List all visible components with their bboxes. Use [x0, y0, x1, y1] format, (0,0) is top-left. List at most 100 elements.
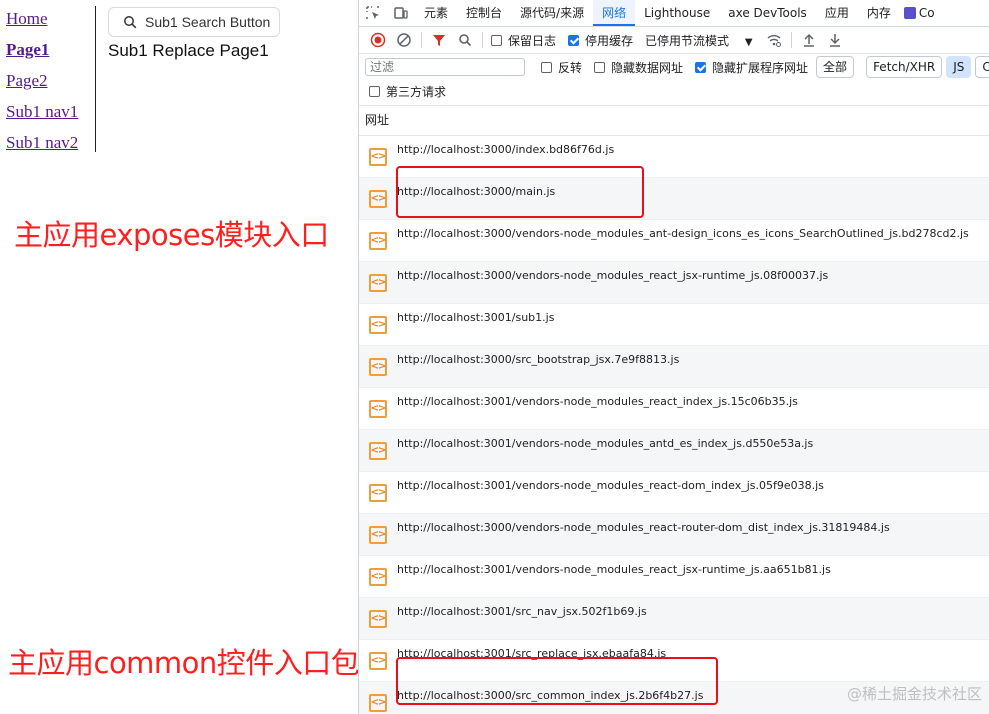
nav-link-sub1-nav1[interactable]: Sub1 nav1 — [6, 99, 95, 130]
nav-link-home[interactable]: Home — [6, 6, 95, 37]
script-file-icon: <> — [369, 315, 387, 334]
hide-data-urls-label: 隐藏数据网址 — [611, 60, 684, 75]
highlight-box-main-js — [396, 166, 644, 218]
checkbox-checked — [695, 61, 707, 73]
tab-network[interactable]: 网络 — [593, 0, 636, 26]
request-url: http://localhost:3000/vendors-node_modul… — [397, 521, 890, 534]
disable-cache-checkbox[interactable]: 停用缓存 — [568, 32, 633, 49]
request-url: http://localhost:3000/vendors-node_modul… — [397, 227, 969, 240]
clear-icon[interactable] — [391, 27, 417, 53]
micro-frontend-app: Home Page1 Page2 Sub1 nav1 Sub1 nav2 Sub… — [0, 0, 358, 714]
export-har-icon[interactable] — [822, 27, 848, 53]
third-party-label: 第三方请求 — [386, 84, 447, 99]
request-row[interactable]: <> http://localhost:3001/vendors-node_mod… — [359, 388, 989, 430]
type-filter-all[interactable]: 全部 — [816, 56, 855, 78]
dropdown-arrow-icon: ▼ — [744, 36, 753, 48]
tab-memory[interactable]: 内存 — [858, 0, 900, 26]
script-file-icon: <> — [369, 357, 387, 376]
request-list: <> http://localhost:3000/index.bd86f76d.j… — [359, 136, 989, 714]
filter-icon[interactable] — [426, 27, 452, 53]
hide-extension-urls-checkbox[interactable]: 隐藏扩展程序网址 — [695, 59, 808, 76]
type-filter-fetch-xhr[interactable]: Fetch/XHR — [866, 56, 943, 78]
preserve-log-checkbox[interactable]: 保留日志 — [491, 32, 556, 49]
script-file-icon: <> — [369, 567, 387, 586]
watermark: @稀土掘金技术社区 — [846, 685, 982, 703]
tab-axe-devtools[interactable]: axe DevTools — [719, 0, 816, 26]
device-toolbar-icon[interactable] — [387, 0, 415, 26]
invert-checkbox[interactable]: 反转 — [541, 59, 582, 76]
tab-elements[interactable]: 元素 — [415, 0, 457, 26]
request-url: http://localhost:3000/vendors-node_modul… — [397, 269, 829, 282]
request-row[interactable]: <> http://localhost:3001/sub1.js — [359, 304, 989, 346]
preserve-log-label: 保留日志 — [508, 33, 557, 48]
annotation-exposes: 主应用exposes模块入口 — [14, 218, 329, 252]
request-url: http://localhost:3001/vendors-node_modul… — [397, 395, 798, 408]
checkbox-unchecked — [491, 34, 502, 46]
react-components-icon — [903, 7, 916, 19]
type-filter-css[interactable]: CSS — [975, 56, 989, 78]
checkbox-unchecked — [594, 61, 606, 73]
toolbar-divider — [482, 32, 483, 48]
checkbox-unchecked — [369, 85, 380, 97]
network-toolbar: 保留日志 停用缓存 已停用节流模式 ▼ — [359, 27, 989, 54]
filter-input[interactable] — [365, 58, 525, 76]
tab-components[interactable]: Co — [900, 0, 944, 26]
annotation-common: 主应用common控件入口包 — [8, 646, 360, 680]
tab-sources[interactable]: 源代码/来源 — [511, 0, 593, 26]
request-row[interactable]: <> http://localhost:3000/src_bootstrap_js… — [359, 346, 989, 388]
nav-link-page1[interactable]: Page1 — [6, 37, 95, 68]
tab-lighthouse[interactable]: Lighthouse — [635, 0, 719, 26]
sub1-replace-text: Sub1 Replace Page1 — [108, 41, 269, 60]
request-url: http://localhost:3001/vendors-node_modul… — [397, 437, 814, 450]
highlight-box-common-js — [396, 657, 718, 705]
type-filter-js[interactable]: JS — [946, 56, 972, 78]
invert-label: 反转 — [558, 60, 583, 75]
column-header-url[interactable]: 网址 — [359, 105, 989, 136]
search-button-label: Sub1 Search Button — [145, 14, 271, 30]
network-conditions-icon[interactable] — [761, 27, 787, 53]
script-file-icon: <> — [369, 147, 387, 166]
request-row[interactable]: <> http://localhost:3001/vendors-node_mod… — [359, 430, 989, 472]
nav-link-page2[interactable]: Page2 — [6, 68, 95, 99]
sub1-content: Sub1 Search Button Sub1 Replace Page1 — [108, 7, 280, 61]
search-icon[interactable] — [452, 27, 478, 53]
request-row[interactable]: <> http://localhost:3001/src_nav_jsx.502f… — [359, 598, 989, 640]
search-icon — [124, 16, 137, 29]
tab-console[interactable]: 控制台 — [457, 0, 511, 26]
script-file-icon: <> — [369, 399, 387, 418]
throttling-label: 已停用节流模式 — [645, 33, 730, 48]
script-file-icon: <> — [369, 483, 387, 502]
script-file-icon: <> — [369, 525, 387, 544]
disable-cache-label: 停用缓存 — [585, 33, 634, 48]
throttling-select[interactable]: 已停用节流模式 ▼ — [645, 32, 753, 49]
script-file-icon: <> — [369, 231, 387, 250]
request-row[interactable]: <> http://localhost:3000/vendors-node_mod… — [359, 262, 989, 304]
toolbar-divider — [421, 32, 422, 48]
request-url: http://localhost:3001/src_nav_jsx.502f1b… — [397, 605, 647, 618]
script-file-icon: <> — [369, 273, 387, 292]
request-url: http://localhost:3001/vendors-node_modul… — [397, 479, 824, 492]
filter-bar: 反转 隐藏数据网址 隐藏扩展程序网址 全部 Fetch/XHR JS CSS — [359, 54, 989, 80]
record-icon[interactable] — [365, 27, 391, 53]
hide-data-urls-checkbox[interactable]: 隐藏数据网址 — [594, 59, 683, 76]
request-url: http://localhost:3001/sub1.js — [397, 311, 555, 324]
request-url: http://localhost:3000/index.bd86f76d.js — [397, 143, 615, 156]
request-row[interactable]: <> http://localhost:3000/vendors-node_mod… — [359, 220, 989, 262]
tab-application[interactable]: 应用 — [816, 0, 858, 26]
request-url: http://localhost:3000/src_bootstrap_jsx.… — [397, 353, 680, 366]
toolbar-divider — [790, 32, 792, 48]
script-file-icon: <> — [369, 693, 387, 712]
side-nav: Home Page1 Page2 Sub1 nav1 Sub1 nav2 — [6, 6, 96, 152]
request-row[interactable]: <> http://localhost:3000/vendors-node_mod… — [359, 514, 989, 556]
checkbox-checked — [568, 34, 580, 46]
import-har-icon[interactable] — [796, 27, 822, 53]
inspect-element-icon[interactable] — [359, 0, 387, 26]
script-file-icon: <> — [369, 609, 387, 628]
request-row[interactable]: <> http://localhost:3001/vendors-node_mod… — [359, 556, 989, 598]
third-party-checkbox[interactable]: 第三方请求 — [369, 83, 446, 100]
tab-components-label: Co — [918, 6, 935, 20]
sub1-search-button[interactable]: Sub1 Search Button — [108, 7, 280, 37]
request-row[interactable]: <> http://localhost:3001/vendors-node_mod… — [359, 472, 989, 514]
script-file-icon: <> — [369, 189, 387, 208]
nav-link-sub1-nav2[interactable]: Sub1 nav2 — [6, 130, 95, 161]
